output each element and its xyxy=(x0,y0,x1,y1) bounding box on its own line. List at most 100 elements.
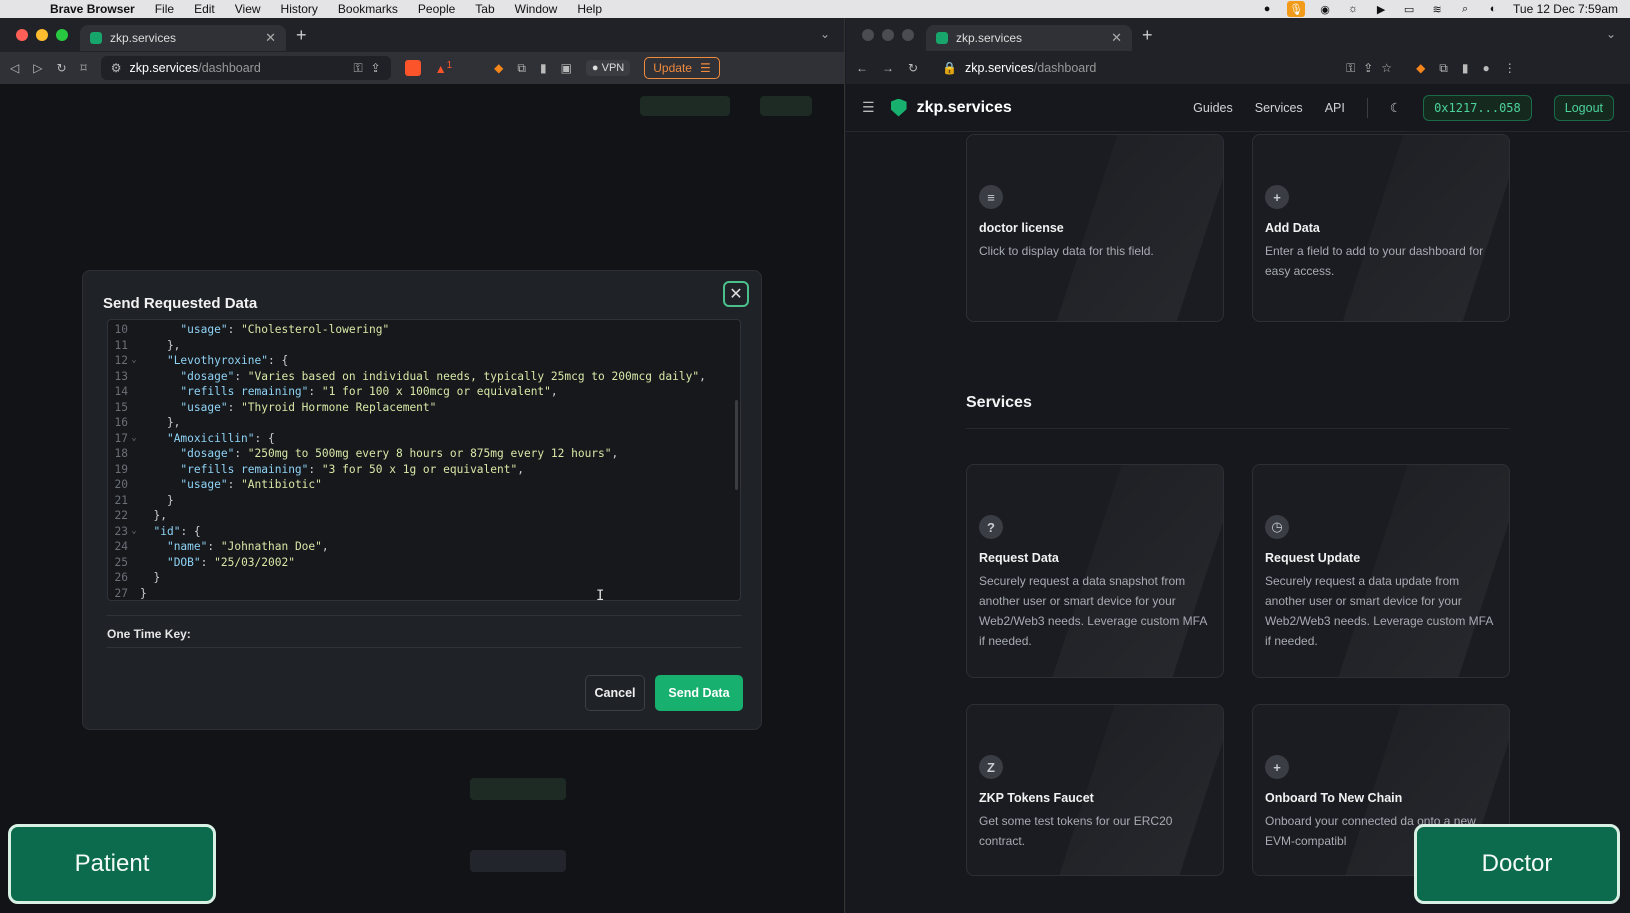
database-icon: ≡ xyxy=(979,185,1003,209)
brightness-icon[interactable]: ☼ xyxy=(1345,3,1361,15)
menu-edit[interactable]: Edit xyxy=(184,2,225,16)
sidebar-icon[interactable]: ▮ xyxy=(540,61,547,75)
data-card-doctor-license[interactable]: ≡ doctor license Click to display data f… xyxy=(966,134,1224,322)
key-icon[interactable]: ⚿ xyxy=(1346,61,1355,76)
update-button[interactable]: Update ☰ xyxy=(644,57,720,79)
site-info-icon[interactable]: ⚙ xyxy=(111,61,122,75)
doctor-label: Doctor xyxy=(1414,824,1620,904)
lock-icon[interactable]: 🔒 xyxy=(942,61,957,75)
json-code-editor[interactable]: 10 "usage": "Cholesterol-lowering" 11 }, 1… xyxy=(107,319,741,601)
macos-menubar: Brave Browser File Edit View History Boo… xyxy=(0,0,1630,18)
minimize-window-button[interactable] xyxy=(882,29,894,41)
line-number: 18 xyxy=(114,447,128,460)
brave-shields-icon[interactable] xyxy=(404,60,421,76)
share-icon[interactable]: ⇪ xyxy=(371,61,381,75)
tab-zkp-services[interactable]: zkp.services ✕ xyxy=(926,25,1132,51)
menu-view[interactable]: View xyxy=(225,2,271,16)
brave-rewards-icon[interactable]: ▲1 xyxy=(435,60,452,76)
back-icon[interactable]: ← xyxy=(856,61,868,75)
reload-icon[interactable]: ↻ xyxy=(908,61,918,75)
metamask-icon[interactable]: ◆ xyxy=(494,61,503,75)
nav-guides[interactable]: Guides xyxy=(1193,101,1233,115)
more-menu-icon[interactable]: ⋮ xyxy=(1504,61,1516,75)
dark-mode-moon-icon[interactable]: ☾ xyxy=(1390,100,1401,115)
dim-status-badge xyxy=(470,850,566,872)
zoom-window-button[interactable] xyxy=(56,29,68,41)
fold-chevron-icon[interactable]: ⌄ xyxy=(128,431,140,447)
menubar-clock[interactable]: Tue 12 Dec 7:59am xyxy=(1513,2,1618,16)
reload-icon[interactable]: ↻ xyxy=(56,61,66,75)
spotlight-search-icon[interactable]: ⌕ xyxy=(1457,3,1473,15)
chrome-icon[interactable]: ◉ xyxy=(1317,3,1333,16)
menu-bookmarks[interactable]: Bookmarks xyxy=(328,2,408,16)
wifi-icon[interactable]: ≋ xyxy=(1429,3,1445,16)
wallet-address-button[interactable]: 0x1217...058 xyxy=(1423,94,1532,121)
tab-zkp-services[interactable]: zkp.services ✕ xyxy=(80,25,286,51)
zoom-window-button[interactable] xyxy=(902,29,914,41)
key-icon[interactable]: ⚿ xyxy=(354,61,363,76)
service-card-request-data[interactable]: ? Request Data Securely request a data s… xyxy=(966,464,1224,678)
menu-file[interactable]: File xyxy=(145,2,184,16)
bookmark-icon[interactable]: ⌑ xyxy=(81,61,87,75)
metamask-icon[interactable]: ◆ xyxy=(1416,61,1425,75)
code-line: 16 }, xyxy=(108,415,740,431)
fold-chevron-icon[interactable]: ⌄ xyxy=(128,524,140,540)
close-window-button[interactable] xyxy=(16,29,28,41)
nav-services[interactable]: Services xyxy=(1255,101,1303,115)
record-icon[interactable]: ● xyxy=(1259,3,1275,15)
microphone-icon[interactable]: 🎙 xyxy=(1287,1,1306,17)
plus-icon: + xyxy=(1265,755,1289,779)
fold-chevron-icon xyxy=(128,446,140,462)
service-card-zkp-faucet[interactable]: Z ZKP Tokens Faucet Get some test tokens… xyxy=(966,704,1224,876)
data-card-add-data[interactable]: + Add Data Enter a field to add to your … xyxy=(1252,134,1510,322)
minimize-window-button[interactable] xyxy=(36,29,48,41)
tab-search-chevron-icon[interactable]: ⌄ xyxy=(1606,27,1616,41)
star-icon[interactable]: ☆ xyxy=(1381,61,1392,75)
window-controls xyxy=(846,29,926,41)
brand-name[interactable]: zkp.services xyxy=(917,99,1012,117)
new-tab-button[interactable]: + xyxy=(296,25,307,46)
forward-icon[interactable]: → xyxy=(882,61,894,75)
sidebar-icon[interactable]: ▮ xyxy=(1462,61,1469,75)
one-time-key-input-underline[interactable] xyxy=(107,647,741,648)
close-tab-icon[interactable]: ✕ xyxy=(1111,30,1122,46)
fold-chevron-icon xyxy=(128,369,140,385)
line-number: 22 xyxy=(114,509,128,522)
service-card-request-update[interactable]: ◷ Request Update Securely request a data… xyxy=(1252,464,1510,678)
menu-window[interactable]: Window xyxy=(505,2,568,16)
address-bar[interactable]: 🔒 zkp.services/dashboard ⚿ ⇪ ☆ xyxy=(932,56,1403,80)
back-icon[interactable]: ◁ xyxy=(10,61,19,75)
zkp-logo-icon[interactable] xyxy=(890,98,907,117)
menu-help[interactable]: Help xyxy=(567,2,612,16)
tab-search-chevron-icon[interactable]: ⌄ xyxy=(820,27,830,41)
new-tab-button[interactable]: + xyxy=(1142,25,1153,46)
profile-icon[interactable]: ● xyxy=(1482,61,1489,75)
send-data-button[interactable]: Send Data xyxy=(655,675,743,711)
close-window-button[interactable] xyxy=(862,29,874,41)
address-bar[interactable]: ⚙ zkp.services/dashboard ⚿ ⇪ xyxy=(100,56,391,80)
menu-tab[interactable]: Tab xyxy=(465,2,504,16)
menu-history[interactable]: History xyxy=(271,2,328,16)
editor-scrollbar[interactable] xyxy=(735,400,738,490)
modal-close-button[interactable]: ✕ xyxy=(723,281,749,307)
logout-button[interactable]: Logout xyxy=(1553,94,1614,121)
extensions-icon[interactable]: ⧉ xyxy=(1439,61,1448,76)
line-number: 20 xyxy=(114,478,128,491)
nav-api[interactable]: API xyxy=(1325,101,1345,115)
close-tab-icon[interactable]: ✕ xyxy=(265,30,276,46)
code-text: }, xyxy=(140,338,181,352)
forward-icon[interactable]: ▷ xyxy=(33,61,42,75)
cancel-button[interactable]: Cancel xyxy=(585,675,645,711)
wallet-icon[interactable]: ▣ xyxy=(561,61,572,75)
hamburger-menu-icon[interactable]: ☰ xyxy=(862,99,875,116)
code-line: 19 "refills remaining": "3 for 50 x 1g o… xyxy=(108,462,740,478)
control-center-icon[interactable]: ◐ xyxy=(1485,3,1501,15)
battery-icon[interactable]: ▭ xyxy=(1401,3,1417,16)
extensions-icon[interactable]: ⧉ xyxy=(517,61,526,76)
play-icon[interactable]: ▶ xyxy=(1373,3,1389,16)
share-icon[interactable]: ⇪ xyxy=(1363,61,1373,75)
menu-app-name[interactable]: Brave Browser xyxy=(40,2,145,16)
fold-chevron-icon[interactable]: ⌄ xyxy=(128,353,140,369)
vpn-button[interactable]: ● VPN xyxy=(585,60,631,76)
menu-people[interactable]: People xyxy=(408,2,465,16)
